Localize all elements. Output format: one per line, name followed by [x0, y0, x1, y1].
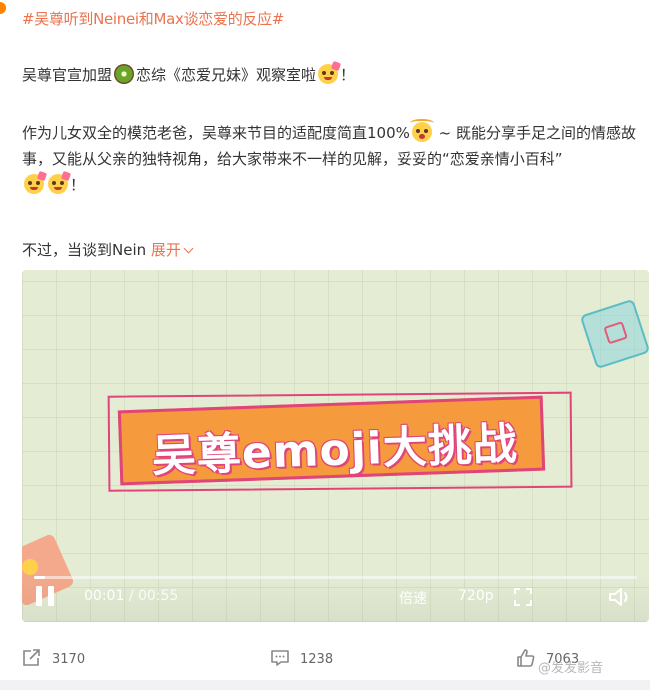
expand-label: 展开	[150, 241, 181, 259]
quality-button[interactable]: 720p	[458, 588, 494, 604]
party-face-emoji-icon	[48, 170, 72, 194]
post-text: ！	[70, 176, 86, 194]
party-face-emoji-icon	[318, 60, 342, 84]
post-text: 作为儿女双全的模范老爸，吴尊来节目的适配度简直100%	[22, 124, 410, 142]
comment-count: 1238	[300, 652, 334, 667]
comment-button[interactable]: 1238	[270, 649, 333, 669]
thumbs-up-icon	[517, 649, 535, 667]
watermark: @发发影音	[538, 661, 604, 676]
comment-icon	[271, 650, 289, 666]
video-title-banner: 吴尊emoji大挑战	[117, 395, 546, 486]
post-text: 不过，当谈到Nein	[22, 241, 147, 259]
time-separator: /	[128, 588, 134, 604]
pause-icon[interactable]	[36, 586, 54, 606]
video-banner-text: 吴尊emoji大挑战	[151, 418, 519, 483]
video-time: 00:01 / 00:55	[84, 588, 178, 604]
bottom-divider	[0, 680, 650, 690]
chevron-down-icon	[183, 243, 194, 254]
topic-hashtag[interactable]: #吴尊听到Neinei和Max谈恋爱的反应#	[22, 8, 284, 29]
post-paragraph-1: 吴尊官宣加盟 恋综《恋爱兄妹》观察室啦 ！	[22, 60, 642, 88]
kiwi-emoji-icon	[114, 64, 135, 84]
video-player[interactable]: 吴尊emoji大挑战 00:01 / 00:55 倍速 720p	[22, 270, 649, 622]
playback-speed-button[interactable]: 倍速	[399, 588, 427, 608]
volume-icon[interactable]	[608, 587, 634, 607]
post-paragraph-3: 不过，当谈到Nein 展开	[22, 237, 642, 263]
star-struck-emoji-icon	[409, 119, 434, 142]
repost-count: 3170	[52, 652, 86, 667]
video-controls: 00:01 / 00:55 倍速 720p	[22, 574, 649, 622]
brand-logo-fragment	[0, 2, 6, 14]
post-text: ！	[340, 66, 356, 84]
current-time: 00:01	[84, 588, 125, 604]
repost-icon	[23, 649, 40, 666]
repost-button[interactable]: 3170	[22, 649, 85, 669]
post-text: 恋综《恋爱兄妹》观察室啦	[136, 66, 317, 84]
puzzle-tile-decoration	[579, 298, 649, 370]
fullscreen-icon[interactable]	[514, 588, 532, 606]
duration: 00:55	[137, 588, 179, 604]
expand-link[interactable]: 展开	[150, 241, 194, 259]
party-face-emoji-icon	[24, 170, 48, 194]
post-paragraph-2: 作为儿女双全的模范老爸，吴尊来节目的适配度简直100% ~ 既能分享手足之间的情…	[22, 119, 642, 198]
post-text: 吴尊官宣加盟	[22, 66, 113, 84]
